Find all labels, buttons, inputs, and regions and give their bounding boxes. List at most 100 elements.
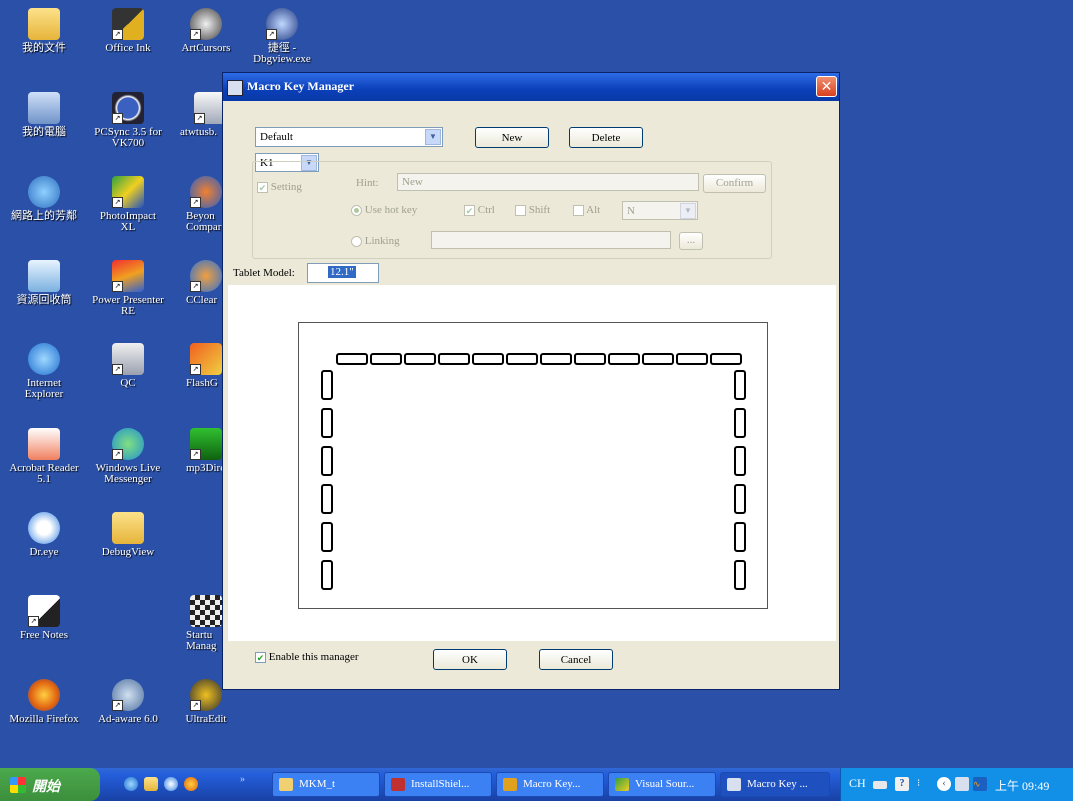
macro-key-left-6[interactable] [321,560,333,590]
ok-button[interactable]: OK [433,649,507,670]
alt-checkbox[interactable]: Alt [573,204,600,216]
messenger-icon: ↗ [112,428,144,460]
macro-key-top-6[interactable] [506,353,538,365]
desktop-icon-dreye[interactable]: Dr.eye [2,512,86,558]
use-hotkey-radio[interactable]: Use hot key [351,204,417,216]
macro-key-top-2[interactable] [370,353,402,365]
desktop-icon-pcsync[interactable]: ↗ PCSync 3.5 for VK700 [86,92,170,149]
setting-checkbox[interactable]: ✔ Setting [257,181,302,193]
qc-icon: ↗ [112,343,144,375]
desktop-icon-atwtusb[interactable]: ↗ atwtusb. [164,92,222,138]
desktop-icon-acrobat-reader[interactable]: Acrobat Reader 5.1 [2,428,86,485]
desktop-icon-office-ink[interactable]: ↗ Office Ink [86,8,170,54]
start-button[interactable]: 開始 [0,768,100,801]
desktop-icon-my-computer[interactable]: 我的電腦 [2,92,86,138]
macro-key-top-9[interactable] [608,353,640,365]
desktop-icon-label: 資源回收筒 [16,294,72,306]
macro-key-right-3[interactable] [734,446,746,476]
macro-key-left-5[interactable] [321,522,333,552]
task-visual-source[interactable]: Visual Sour... [608,772,716,797]
language-indicator[interactable]: CH [849,776,866,791]
hint-input[interactable]: New [397,173,699,191]
desktop-icon-dbgview-shortcut[interactable]: ↗ 捷徑 - Dbgview.exe [240,8,324,65]
desktop-icon-beyond-compare[interactable]: ↗ Beyon Compar [164,176,222,233]
keyboard-icon[interactable] [873,781,887,789]
browse-button[interactable]: ... [679,232,703,250]
macro-key-top-10[interactable] [642,353,674,365]
macro-key-top-4[interactable] [438,353,470,365]
desktop-icon-photoimpact[interactable]: ↗ PhotoImpact XL [86,176,170,233]
desktop-icon-internet-explorer[interactable]: Internet Explorer [2,343,86,400]
macro-key-top-11[interactable] [676,353,708,365]
desktop-icon-ad-aware[interactable]: ↗ Ad-aware 6.0 [86,679,170,725]
chevron-down-icon[interactable]: ▼ [680,203,696,219]
back-arrow-icon[interactable]: ‹ [937,777,951,791]
desktop-icon-debugview[interactable]: DebugView [86,512,170,558]
shift-checkbox[interactable]: Shift [515,204,550,216]
ie-quicklaunch-icon[interactable] [124,777,138,791]
macro-key-window-icon [727,778,741,791]
macro-key-top-1[interactable] [336,353,368,365]
firefox-quicklaunch-icon[interactable] [184,777,198,791]
delete-button[interactable]: Delete [569,127,643,148]
macro-key-left-2[interactable] [321,408,333,438]
clock[interactable]: 上午 09:49 [995,777,1049,794]
confirm-button[interactable]: Confirm [703,174,766,193]
desktop-icon-label: Mozilla Firefox [9,713,79,725]
desktop-icon-network[interactable]: 網路上的芳鄰 [2,176,86,222]
tablet-model-field[interactable]: 12.1" [307,263,379,283]
macro-key-right-1[interactable] [734,370,746,400]
desktop-icon-power-presenter[interactable]: ↗ Power Presenter RE [86,260,170,317]
macro-key-right-5[interactable] [734,522,746,552]
chevron-down-icon[interactable]: ▼ [425,129,441,145]
chevron-right-icon[interactable]: » [240,774,245,785]
macro-key-left-1[interactable] [321,370,333,400]
desktop-icon-windows-live-messenger[interactable]: ↗ Windows Live Messenger [86,428,170,485]
network-activity-icon[interactable]: ∿ [973,777,987,791]
macro-key-tray-icon[interactable] [955,777,969,791]
linking-input[interactable] [431,231,671,249]
profile-select[interactable]: Default ▼ [255,127,443,147]
ime-icon[interactable]: ⁝ [917,777,931,791]
ctrl-checkbox[interactable]: ✔ Ctrl [464,204,495,216]
dreye-quicklaunch-icon[interactable] [164,777,178,791]
task-mkm-t[interactable]: MKM_t [272,772,380,797]
macro-key-right-4[interactable] [734,484,746,514]
task-installshield[interactable]: InstallShiel... [384,772,492,797]
desktop-icon-artcursors[interactable]: ↗ ArtCursors [164,8,248,54]
desktop-icon-label: Free Notes [20,629,68,641]
macro-key-top-8[interactable] [574,353,606,365]
desktop-icon-label: Power Presenter RE [92,294,164,317]
enable-manager-checkbox[interactable]: ✔ Enable this manager [255,651,359,663]
new-button[interactable]: New [475,127,549,148]
artcursors-icon: ↗ [190,8,222,40]
desktop-icon-ccleaner[interactable]: ↗ CClear [164,260,222,306]
desktop-icon-label: Windows Live Messenger [95,462,161,485]
macro-key-right-2[interactable] [734,408,746,438]
macro-key-top-3[interactable] [404,353,436,365]
help-icon[interactable]: ? [895,777,909,791]
macro-key-top-5[interactable] [472,353,504,365]
macro-key-top-12[interactable] [710,353,742,365]
task-macro-key-2[interactable]: Macro Key ... [720,772,830,797]
desktop-icon-recycle-bin[interactable]: 資源回收筒 [2,260,86,306]
cancel-button[interactable]: Cancel [539,649,613,670]
desktop-icon-startup-manager[interactable]: Startu Manag [164,595,222,652]
desktop-icon-flashget[interactable]: ↗ FlashG [164,343,222,389]
macro-key-right-6[interactable] [734,560,746,590]
explorer-quicklaunch-icon[interactable] [144,777,158,791]
desktop-icon-label: CClear [186,294,218,306]
desktop-icon-qc[interactable]: ↗ QC [86,343,170,389]
desktop-icon-firefox[interactable]: Mozilla Firefox [2,679,86,725]
hotkey-select[interactable]: N ▼ [622,201,698,220]
macro-key-left-4[interactable] [321,484,333,514]
macro-key-left-3[interactable] [321,446,333,476]
task-macro-key-1[interactable]: Macro Key... [496,772,604,797]
title-bar[interactable]: Macro Key Manager ✕ [223,73,839,101]
linking-radio[interactable]: Linking [351,235,400,247]
desktop-icon-my-documents[interactable]: 我的文件 [2,8,86,54]
desktop-icon-mp3directcut[interactable]: ↗ mp3Direc [164,428,222,474]
desktop-icon-free-notes[interactable]: ↗ Free Notes [2,595,86,641]
macro-key-top-7[interactable] [540,353,572,365]
close-button[interactable]: ✕ [816,76,837,97]
